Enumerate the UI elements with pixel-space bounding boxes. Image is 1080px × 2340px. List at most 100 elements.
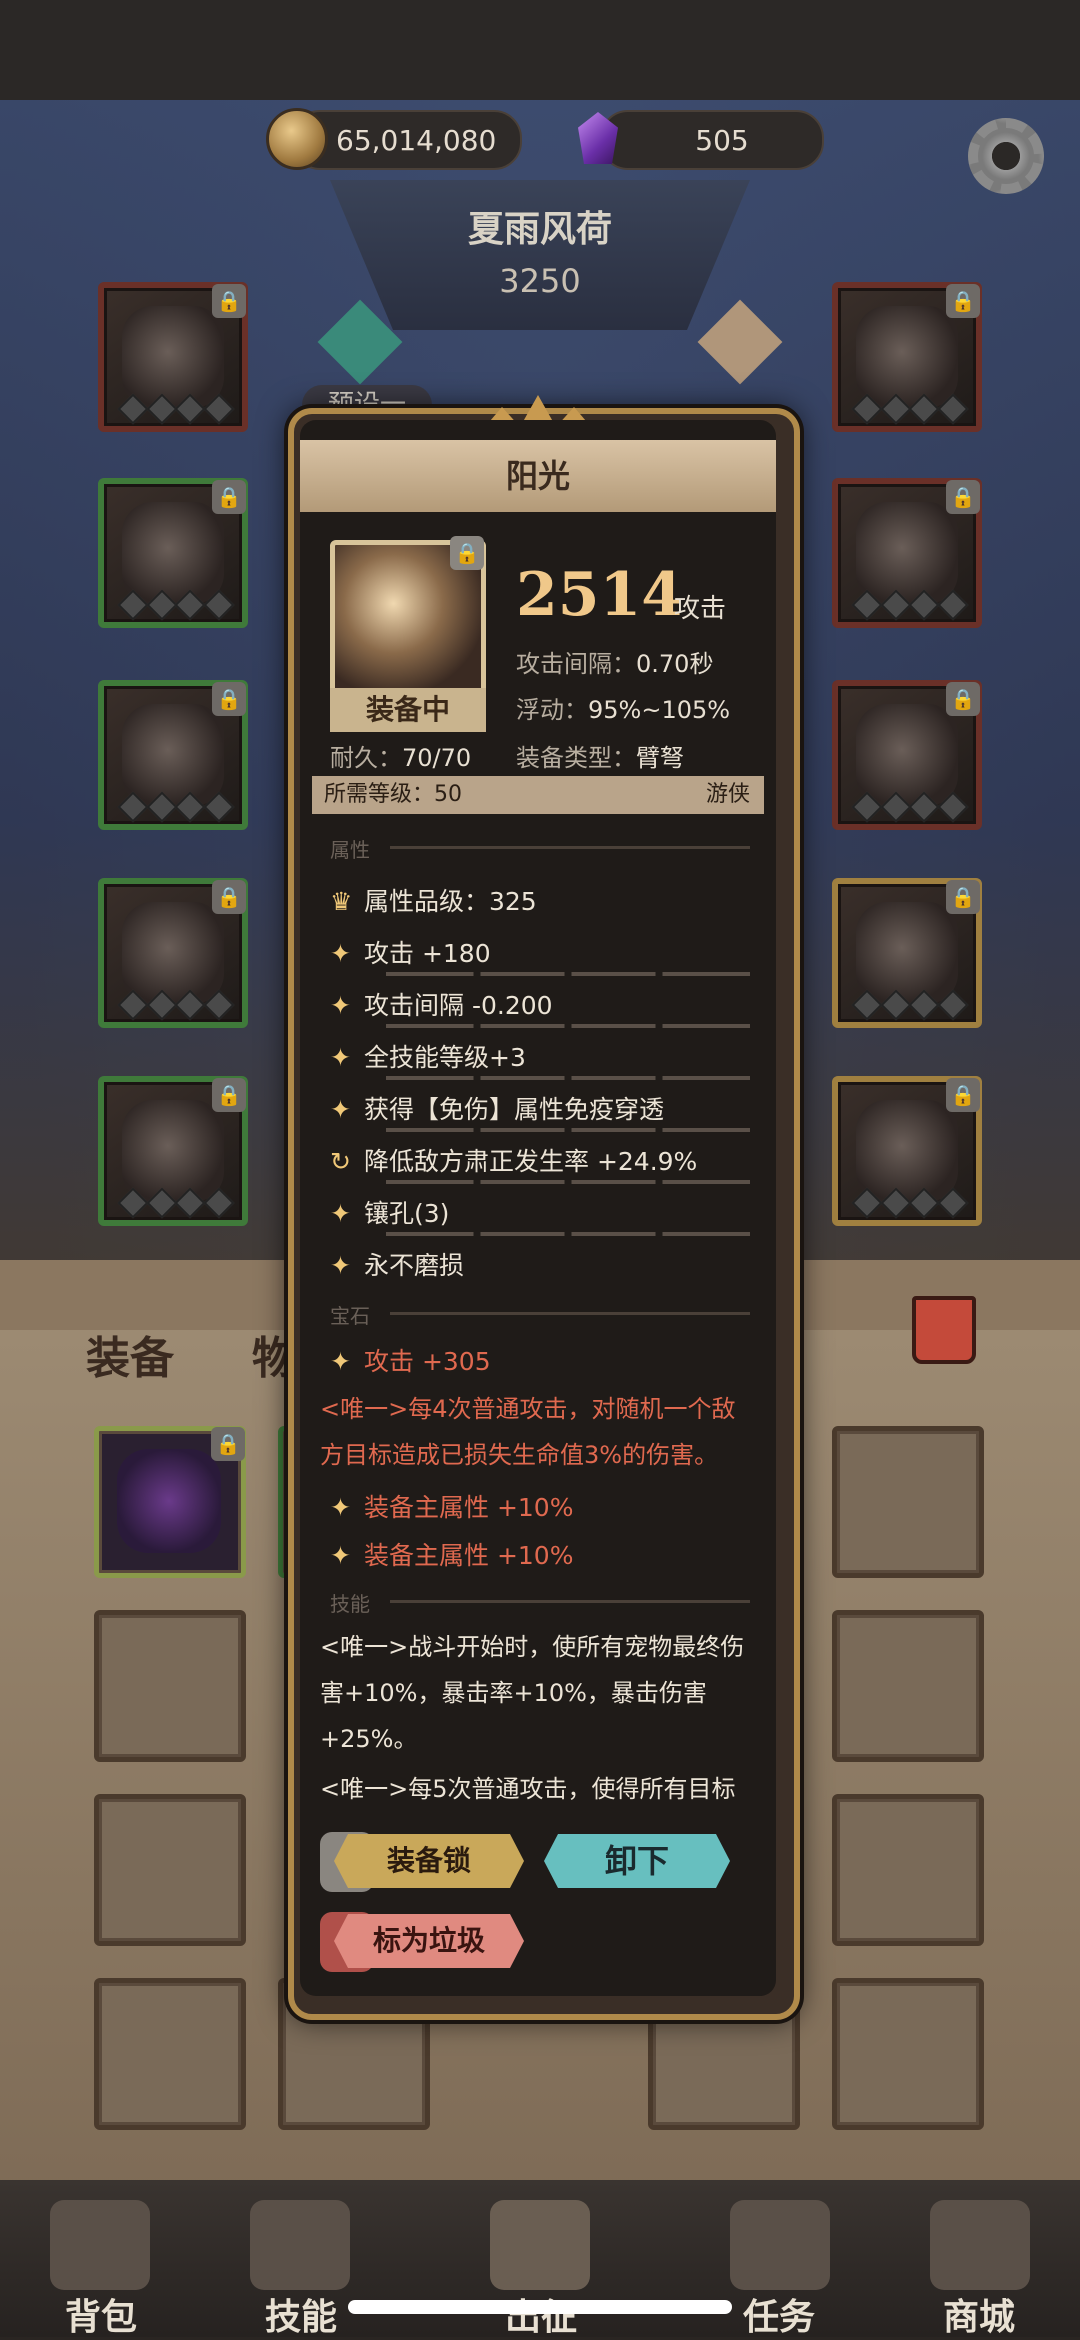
requirement-bar: 所需等级：50 游侠	[312, 776, 764, 814]
lock-icon: 🔒	[946, 1078, 980, 1112]
coin-amount: 65,014,080	[336, 123, 497, 157]
equip-slot-pants[interactable]: 🔒	[98, 878, 248, 1028]
attribute-row: ✦ 攻击 +180	[330, 934, 491, 970]
star-icon: ✦	[330, 939, 351, 968]
equip-slot-boots[interactable]: 🔒	[98, 1076, 248, 1226]
equipped-badge: 装备中	[330, 688, 486, 732]
durability: 耐久：70/70	[330, 738, 471, 773]
stat-key: 耐久：	[330, 744, 402, 772]
gem-counter: 505	[600, 110, 824, 170]
lock-icon: 🔒	[946, 682, 980, 716]
gem-text: 装备主属性 +10%	[364, 1493, 574, 1522]
stat-key: 攻击间隔：	[516, 650, 636, 678]
attribute-bar	[386, 1076, 750, 1080]
req-level-label: 所需等级：	[324, 782, 435, 807]
stat-value: 0.70秒	[636, 650, 714, 678]
bag-item[interactable]: 🔒	[94, 1426, 246, 1578]
sword-icon[interactable]	[490, 2200, 590, 2290]
equip-slot-offhand[interactable]: 🔒	[832, 1076, 982, 1226]
star-icon: ✦	[330, 1541, 351, 1570]
stat-key: 浮动：	[516, 696, 588, 724]
status-bar	[0, 0, 1080, 100]
bag-icon[interactable]	[50, 2200, 150, 2290]
unequip-button[interactable]: 卸下	[544, 1834, 730, 1888]
nav-shop[interactable]: 商城	[904, 2288, 1054, 2340]
equipment-lock-button[interactable]: 装备锁	[334, 1834, 524, 1888]
section-skills: 技能	[330, 1588, 750, 1617]
wings-icon	[122, 306, 224, 408]
lock-icon[interactable]: 🔒	[450, 536, 484, 570]
bag-slot[interactable]	[94, 1794, 246, 1946]
attribute-text: 属性品级：325	[364, 887, 537, 916]
home-indicator[interactable]	[348, 2300, 732, 2314]
nav-bag[interactable]: 背包	[26, 2288, 176, 2340]
attribute-bar	[386, 1232, 750, 1236]
attribute-grade: ♛ 属性品级：325	[330, 882, 537, 918]
bag-slot[interactable]	[832, 1978, 984, 2130]
crossbow-icon	[856, 902, 958, 1004]
lock-icon: 🔒	[212, 480, 246, 514]
attribute-row: ↻ 降低敌方肃正发生率 +24.9%	[330, 1142, 697, 1178]
gem-sockets	[117, 989, 235, 1021]
lock-icon: 🔒	[212, 1078, 246, 1112]
star-icon: ✦	[330, 1251, 351, 1280]
star-icon: ✦	[330, 1095, 351, 1124]
damage-float: 浮动：95%~105%	[516, 690, 730, 725]
bag-slot[interactable]	[832, 1426, 984, 1578]
bag-slot[interactable]	[832, 1794, 984, 1946]
stat-value: 臂弩	[636, 744, 684, 772]
section-attributes: 属性	[330, 834, 750, 863]
attribute-text: 镶孔(3)	[364, 1199, 450, 1228]
grade-icon: ♛	[330, 887, 353, 916]
gem-stat: ✦ 装备主属性 +10%	[330, 1536, 573, 1572]
equip-slot-necklace[interactable]: 🔒	[832, 282, 982, 432]
star-icon: ✦	[330, 991, 351, 1020]
equip-slot-wings[interactable]: 🔒	[98, 282, 248, 432]
nav-quests[interactable]: 任务	[704, 2288, 854, 2340]
attack-value: 2514	[516, 560, 683, 630]
tab-equipment[interactable]: 装备	[86, 1322, 174, 1386]
attribute-bar	[386, 972, 750, 976]
dark-weapon-icon	[117, 1449, 221, 1553]
attribute-bar	[386, 1024, 750, 1028]
req-level-value: 50	[434, 782, 463, 807]
equip-slot-weapon[interactable]: 🔒	[832, 878, 982, 1028]
equip-slot-ring-1[interactable]: 🔒	[832, 478, 982, 628]
lock-icon: 🔒	[946, 880, 980, 914]
gem-amount: 505	[695, 123, 749, 157]
attribute-row: ✦ 全技能等级+3	[330, 1038, 526, 1074]
bag-slot[interactable]	[94, 1610, 246, 1762]
star-icon: ✦	[330, 1493, 351, 1522]
gem-unique-effect: <唯一>每4次普通攻击，对随机一个敌方目标造成已损失生命值3%的伤害。	[320, 1395, 736, 1469]
equip-slot-armor[interactable]: 🔒	[98, 680, 248, 830]
attribute-text: 全技能等级+3	[364, 1043, 526, 1072]
lock-icon: 🔒	[212, 682, 246, 716]
quest-scroll-icon[interactable]	[730, 2200, 830, 2290]
pants-icon	[122, 902, 224, 1004]
skill-book-icon[interactable]	[250, 2200, 350, 2290]
equip-slot-ring-2[interactable]: 🔒	[832, 680, 982, 830]
gem-sockets	[851, 1187, 969, 1219]
mark-trash-button[interactable]: 标为垃圾	[334, 1914, 524, 1968]
shop-icon[interactable]	[930, 2200, 1030, 2290]
helmet-icon	[122, 502, 224, 604]
ring-icon	[856, 502, 958, 604]
attribute-text: 永不磨损	[364, 1251, 465, 1280]
bag-slot[interactable]	[832, 1610, 984, 1762]
skill-description: <唯一>战斗开始时，使所有宠物最终伤害+10%，暴击率+10%，暴击伤害+25%…	[320, 1633, 745, 1753]
gem-text: 攻击 +305	[364, 1347, 491, 1376]
bag-slot[interactable]	[94, 1978, 246, 2130]
nav-expedition[interactable]: 出征	[466, 2288, 616, 2340]
item-name: 阳光	[300, 440, 776, 512]
star-icon: ✦	[330, 1199, 351, 1228]
cycle-icon: ↻	[330, 1147, 351, 1176]
nav-skills[interactable]: 技能	[226, 2288, 376, 2340]
lock-icon: 🔒	[212, 880, 246, 914]
req-class: 游侠	[705, 782, 750, 807]
trash-icon[interactable]	[912, 1296, 976, 1364]
equip-slot-helmet[interactable]: 🔒	[98, 478, 248, 628]
stat-key: 装备类型：	[516, 744, 636, 772]
necklace-icon	[856, 306, 958, 408]
settings-gear-icon[interactable]	[968, 118, 1044, 194]
boots-icon	[122, 1100, 224, 1202]
